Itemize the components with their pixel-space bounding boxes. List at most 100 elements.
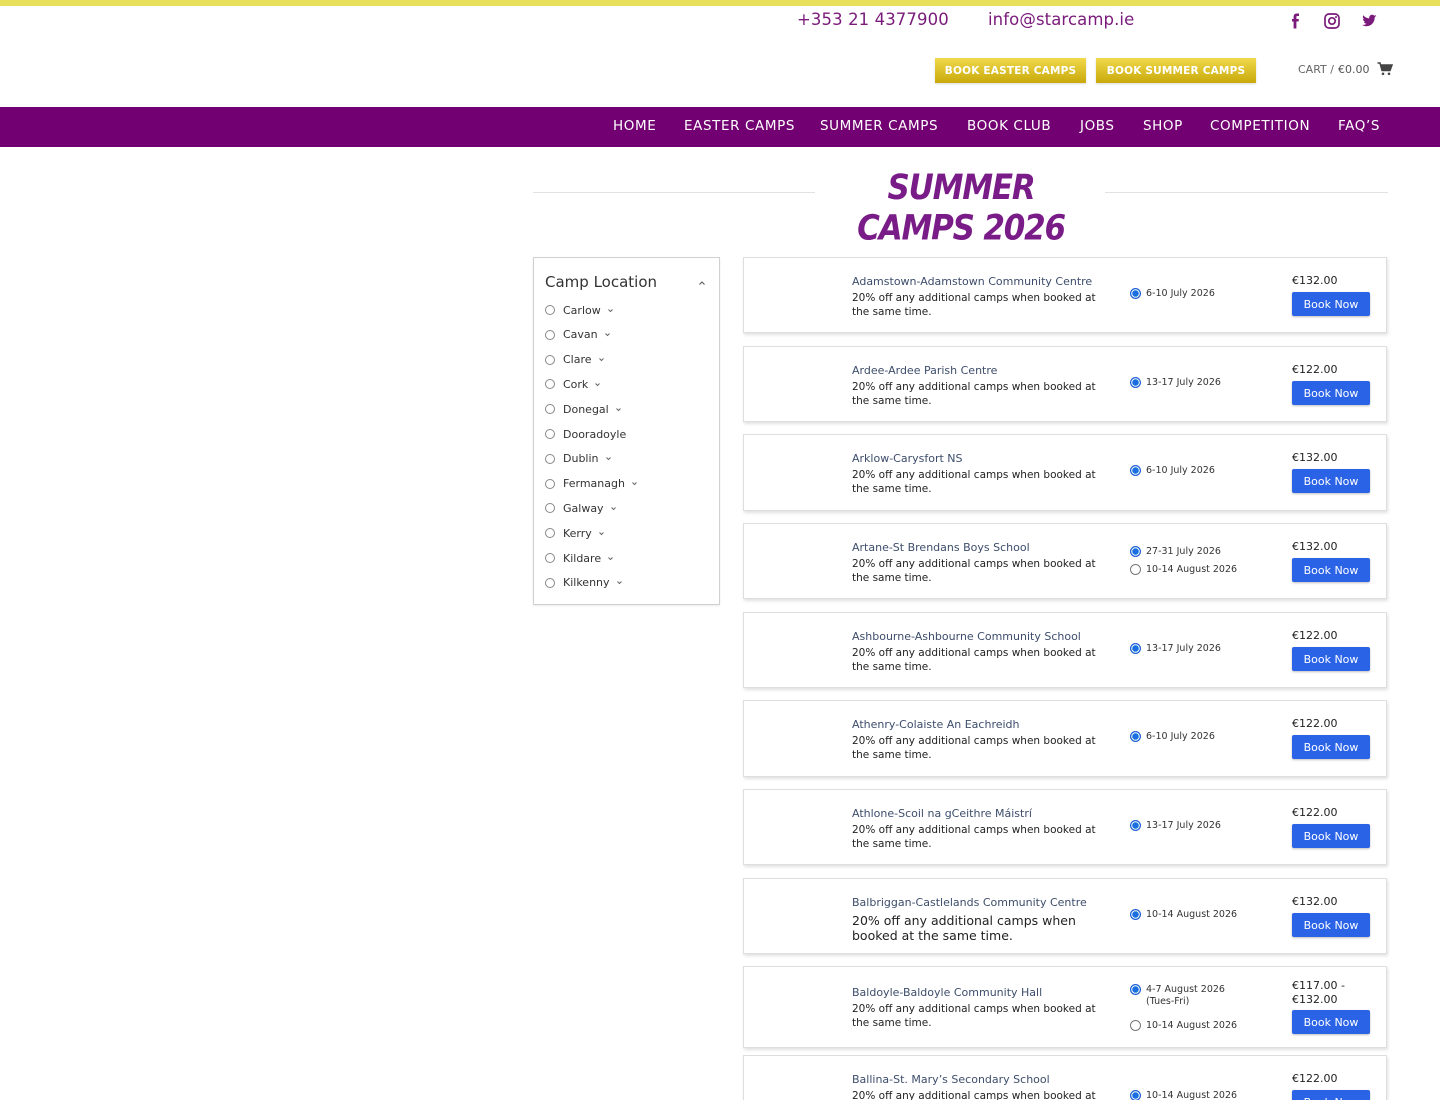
location-radio[interactable] [545, 553, 555, 563]
twitter-icon[interactable] [1360, 12, 1378, 30]
chevron-down-icon[interactable] [593, 380, 602, 389]
nav-easter-camps[interactable]: EASTER CAMPS [684, 107, 795, 147]
chevron-down-icon[interactable] [606, 306, 615, 315]
facebook-icon[interactable] [1287, 12, 1305, 30]
date-radio[interactable] [1130, 564, 1141, 575]
date-radio[interactable] [1130, 465, 1141, 476]
location-radio[interactable] [545, 404, 555, 415]
phone-link[interactable]: +353 21 4377900 [797, 10, 949, 29]
book-now-button[interactable]: Book Now [1292, 735, 1370, 759]
location-option[interactable]: Kilkenny [545, 575, 624, 591]
page-title: SUMMER CAMPS 2026 [857, 167, 1066, 249]
camp-name-link[interactable]: Ardee-Ardee Parish Centre [852, 364, 997, 377]
chevron-down-icon[interactable] [604, 454, 613, 463]
book-now-button[interactable]: Book Now [1292, 558, 1370, 582]
date-option[interactable]: 13-17 July 2026 [1130, 643, 1246, 655]
date-option[interactable]: 10-14 August 2026 [1130, 1090, 1246, 1100]
filter-title: Camp Location [545, 273, 658, 291]
location-option[interactable]: Carlow [545, 302, 615, 318]
date-radio[interactable] [1130, 731, 1141, 742]
camp-name-link[interactable]: Athenry-Colaiste An Eachreidh [852, 718, 1020, 731]
chevron-down-icon[interactable] [630, 479, 639, 488]
date-option[interactable]: 4-7 August 2026 (Tues-Fri) [1130, 984, 1246, 1008]
book-now-button[interactable]: Book Now [1292, 647, 1370, 671]
date-option[interactable]: 13-17 July 2026 [1130, 377, 1246, 389]
date-option[interactable]: 27-31 July 2026 [1130, 546, 1246, 558]
book-now-button[interactable]: Book Now [1292, 1090, 1370, 1100]
location-radio[interactable] [545, 478, 555, 489]
location-option[interactable]: Cavan [545, 327, 612, 343]
book-now-button[interactable]: Book Now [1292, 913, 1370, 937]
chevron-down-icon[interactable] [597, 529, 606, 538]
book-now-button[interactable]: Book Now [1292, 381, 1370, 405]
date-option[interactable]: 10-14 August 2026 [1130, 909, 1246, 921]
book-now-button[interactable]: Book Now [1292, 824, 1370, 848]
date-radio[interactable] [1130, 546, 1141, 557]
location-option[interactable]: Clare [545, 352, 606, 368]
chevron-up-icon[interactable] [697, 278, 707, 288]
instagram-icon[interactable] [1323, 12, 1341, 30]
chevron-down-icon[interactable] [606, 554, 615, 563]
date-option[interactable]: 10-14 August 2026 [1130, 1020, 1246, 1032]
camp-name-link[interactable]: Ballina-St. Mary’s Secondary School [852, 1073, 1050, 1086]
location-option[interactable]: Donegal [545, 401, 623, 417]
date-option[interactable]: 13-17 July 2026 [1130, 820, 1246, 832]
location-option[interactable]: Dublin [545, 451, 613, 467]
nav-shop[interactable]: SHOP [1143, 107, 1183, 147]
location-radio[interactable] [545, 329, 555, 340]
nav-jobs[interactable]: JOBS [1080, 107, 1115, 147]
nav-home[interactable]: HOME [613, 107, 656, 147]
camp-name-link[interactable]: Adamstown-Adamstown Community Centre [852, 275, 1092, 288]
location-option[interactable]: Dooradoyle [545, 426, 626, 442]
nav-faqs[interactable]: FAQ’S [1338, 107, 1380, 147]
email-link[interactable]: info@starcamp.ie [988, 10, 1134, 29]
date-option[interactable]: 10-14 August 2026 [1130, 564, 1246, 576]
book-now-button[interactable]: Book Now [1292, 1010, 1370, 1034]
date-radio[interactable] [1130, 643, 1141, 654]
date-option[interactable]: 6-10 July 2026 [1130, 465, 1246, 477]
location-option[interactable]: Kildare [545, 550, 615, 566]
camp-name-link[interactable]: Arklow-Carysfort NS [852, 452, 963, 465]
book-summer-camps-button[interactable]: BOOK SUMMER CAMPS [1096, 58, 1256, 83]
chevron-down-icon[interactable] [597, 355, 606, 364]
nav-competition[interactable]: COMPETITION [1210, 107, 1310, 147]
date-option[interactable]: 6-10 July 2026 [1130, 731, 1246, 743]
date-radio[interactable] [1130, 820, 1141, 831]
chevron-down-icon[interactable] [615, 578, 624, 587]
location-radio[interactable] [545, 305, 555, 315]
location-option[interactable]: Fermanagh [545, 476, 639, 492]
cart-link[interactable]: CART / €0.00 [1298, 62, 1394, 76]
date-radio[interactable] [1130, 909, 1141, 920]
date-radio[interactable] [1130, 377, 1141, 388]
camp-name-link[interactable]: Artane-St Brendans Boys School [852, 541, 1030, 554]
location-radio[interactable] [545, 453, 555, 464]
location-radio[interactable] [545, 379, 555, 390]
book-now-button[interactable]: Book Now [1292, 469, 1370, 493]
date-radio[interactable] [1130, 1020, 1141, 1031]
chevron-down-icon[interactable] [603, 330, 612, 339]
location-option[interactable]: Cork [545, 376, 602, 392]
date-radio[interactable] [1130, 288, 1141, 299]
location-radio[interactable] [545, 503, 555, 514]
camp-name-link[interactable]: Balbriggan-Castlelands Community Centre [852, 896, 1087, 909]
location-radio[interactable] [545, 577, 555, 588]
chevron-down-icon[interactable] [614, 405, 623, 414]
camp-name-link[interactable]: Ashbourne-Ashbourne Community School [852, 630, 1081, 643]
location-label: Kilkenny [563, 576, 610, 590]
location-label: Cavan [563, 328, 598, 342]
book-easter-camps-button[interactable]: BOOK EASTER CAMPS [935, 58, 1086, 83]
date-option[interactable]: 6-10 July 2026 [1130, 288, 1246, 300]
nav-book-club[interactable]: BOOK CLUB [967, 107, 1051, 147]
date-radio[interactable] [1130, 984, 1141, 995]
book-now-button[interactable]: Book Now [1292, 292, 1370, 316]
location-option[interactable]: Kerry [545, 525, 606, 541]
location-radio[interactable] [545, 354, 555, 365]
location-radio[interactable] [545, 429, 555, 439]
chevron-down-icon[interactable] [609, 504, 618, 513]
date-radio[interactable] [1130, 1090, 1141, 1100]
location-radio[interactable] [545, 528, 555, 539]
location-option[interactable]: Galway [545, 500, 618, 516]
nav-summer-camps[interactable]: SUMMER CAMPS [820, 107, 938, 147]
camp-name-link[interactable]: Athlone-Scoil na gCeithre Máistrí [852, 807, 1032, 820]
camp-name-link[interactable]: Baldoyle-Baldoyle Community Hall [852, 986, 1042, 999]
